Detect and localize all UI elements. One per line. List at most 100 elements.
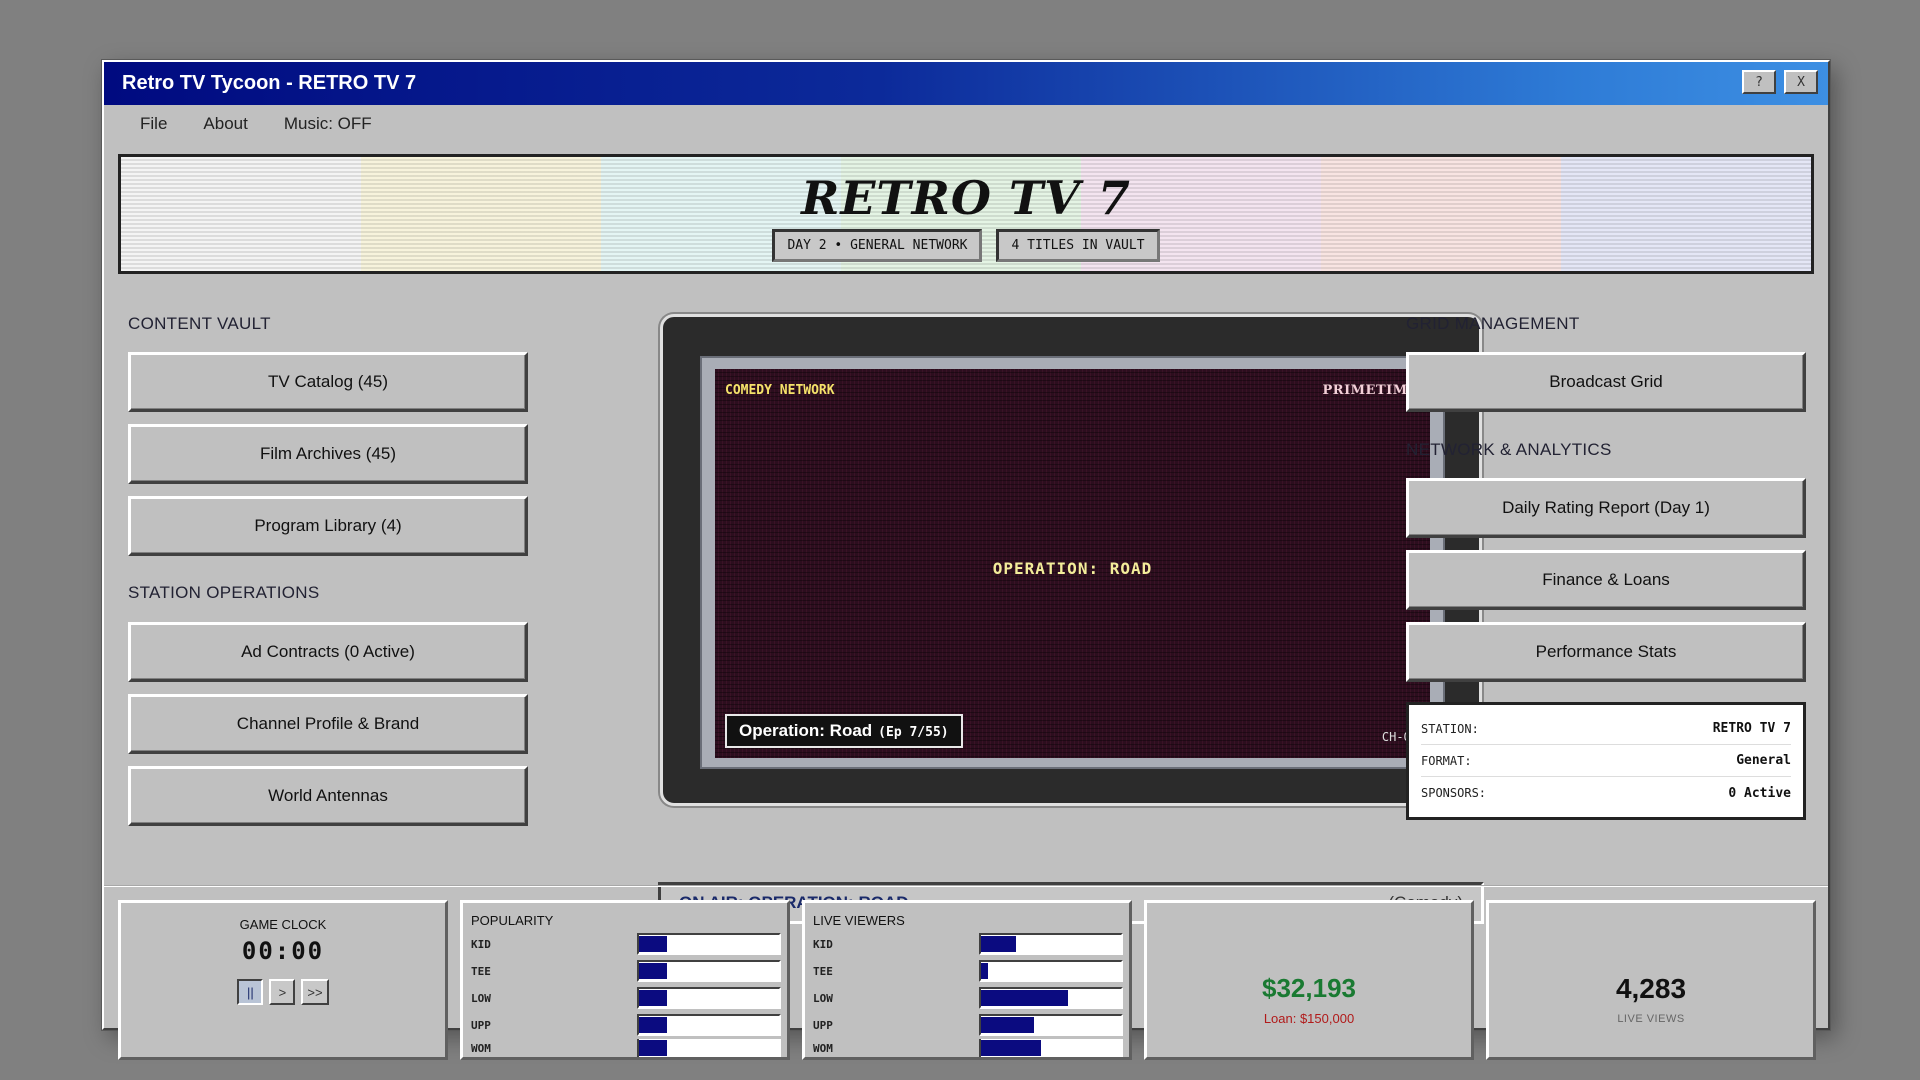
- meter-fill: [639, 936, 667, 952]
- format-label: FORMAT:: [1421, 753, 1472, 768]
- day-badge: DAY 2 • GENERAL NETWORK: [772, 229, 983, 262]
- tv-screen: COMEDY NETWORK PRIMETIME OPERATION: ROAD…: [715, 369, 1430, 758]
- window-title: Retro TV Tycoon - RETRO TV 7: [122, 72, 417, 94]
- info-row-sponsors: SPONSORS: 0 Active: [1421, 777, 1791, 809]
- popularity-row: LOW: [471, 987, 785, 1009]
- meter-track: [979, 933, 1123, 955]
- tv-caption-title: Operation: Road: [739, 721, 873, 740]
- finance-loans-button[interactable]: Finance & Loans: [1406, 550, 1806, 610]
- meter-fill: [639, 1017, 667, 1033]
- tv-bezel: COMEDY NETWORK PRIMETIME OPERATION: ROAD…: [700, 356, 1445, 769]
- channel-profile-button[interactable]: Channel Profile & Brand: [128, 694, 528, 754]
- game-window: Retro TV Tycoon - RETRO TV 7 ? X File Ab…: [102, 60, 1830, 1060]
- fast-forward-button[interactable]: >>: [301, 979, 329, 1005]
- header-badges: DAY 2 • GENERAL NETWORK 4 TITLES IN VAUL…: [121, 229, 1811, 262]
- game-clock-panel: GAME CLOCK 00:00 || > >>: [118, 900, 448, 1060]
- meter-label: WOM: [471, 1041, 491, 1055]
- viewers-row: KID: [813, 933, 1127, 955]
- popularity-row: KID: [471, 933, 785, 955]
- pause-button[interactable]: ||: [237, 979, 264, 1005]
- live-viewers-panel: LIVE VIEWERS KID TEE LOW UPP WOM: [802, 900, 1132, 1060]
- tv-set: COMEDY NETWORK PRIMETIME OPERATION: ROAD…: [660, 314, 1482, 806]
- help-button[interactable]: ?: [1742, 70, 1776, 94]
- menu-music-toggle[interactable]: Music: OFF: [266, 114, 390, 134]
- menu-about[interactable]: About: [185, 114, 265, 134]
- viewers-row: TEE: [813, 960, 1127, 982]
- play-button[interactable]: >: [269, 979, 296, 1005]
- tv-network-label: COMEDY NETWORK: [725, 383, 835, 398]
- popularity-panel: POPULARITY KID TEE LOW UPP WOM: [460, 900, 790, 1060]
- tv-catalog-button[interactable]: TV Catalog (45): [128, 352, 528, 412]
- station-label: STATION:: [1421, 721, 1479, 736]
- menu-file[interactable]: File: [122, 114, 185, 134]
- title-bar-buttons: ? X: [1742, 70, 1818, 94]
- title-bar[interactable]: Retro TV Tycoon - RETRO TV 7 ? X: [104, 62, 1828, 105]
- tv-program-title: OPERATION: ROAD: [992, 559, 1153, 578]
- bottom-divider: [104, 885, 1828, 887]
- viewers-row: UPP: [813, 1014, 1127, 1036]
- meter-fill: [981, 963, 988, 979]
- close-button[interactable]: X: [1784, 70, 1818, 94]
- station-logo: RETRO TV 7: [801, 171, 1131, 225]
- meter-track: [979, 960, 1123, 982]
- daily-rating-button[interactable]: Daily Rating Report (Day 1): [1406, 478, 1806, 538]
- tv-timeslot-label: PRIMETIME: [1322, 383, 1418, 398]
- station-header: RETRO TV 7 DAY 2 • GENERAL NETWORK 4 TIT…: [118, 154, 1814, 274]
- meter-track: [979, 987, 1123, 1009]
- meter-fill: [639, 1040, 667, 1056]
- program-library-button[interactable]: Program Library (4): [128, 496, 528, 556]
- live-viewers-title: LIVE VIEWERS: [813, 913, 905, 928]
- popularity-row: WOM: [471, 1039, 785, 1057]
- format-value: General: [1736, 753, 1791, 768]
- broadcast-grid-button[interactable]: Broadcast Grid: [1406, 352, 1806, 412]
- menu-bar: File About Music: OFF: [104, 105, 1828, 143]
- meter-fill: [981, 936, 1016, 952]
- meter-track: [637, 1014, 781, 1036]
- meter-fill: [981, 1017, 1035, 1033]
- game-clock-title: GAME CLOCK: [239, 917, 327, 932]
- live-views-count: 4,283: [1615, 973, 1687, 1004]
- performance-stats-button[interactable]: Performance Stats: [1406, 622, 1806, 682]
- tv-caption: Operation: Road (Ep 7/55): [725, 714, 963, 748]
- meter-label: KID: [471, 937, 491, 951]
- content-vault-heading: CONTENT VAULT: [128, 314, 271, 333]
- meter-fill: [981, 990, 1068, 1006]
- meter-label: LOW: [813, 991, 833, 1005]
- info-row-station: STATION: RETRO TV 7: [1421, 713, 1791, 745]
- loan-balance: Loan: $150,000: [1263, 1011, 1355, 1026]
- viewers-row: LOW: [813, 987, 1127, 1009]
- meter-track: [979, 1039, 1123, 1057]
- meter-track: [637, 933, 781, 955]
- meter-label: UPP: [471, 1018, 491, 1032]
- meter-label: LOW: [471, 991, 491, 1005]
- grid-management-heading: GRID MANAGEMENT: [1406, 314, 1580, 333]
- meter-label: UPP: [813, 1018, 833, 1032]
- cash-balance: $32,193: [1262, 973, 1356, 1003]
- meter-label: TEE: [471, 964, 491, 978]
- meter-label: WOM: [813, 1041, 833, 1055]
- meter-fill: [639, 963, 667, 979]
- views-panel: 4,283 LIVE VIEWS: [1486, 900, 1816, 1060]
- meter-track: [637, 1039, 781, 1057]
- film-archives-button[interactable]: Film Archives (45): [128, 424, 528, 484]
- world-antennas-button[interactable]: World Antennas: [128, 766, 528, 826]
- ad-contracts-button[interactable]: Ad Contracts (0 Active): [128, 622, 528, 682]
- tv-caption-episode: (Ep 7/55): [878, 725, 949, 740]
- meter-track: [979, 1014, 1123, 1036]
- info-row-format: FORMAT: General: [1421, 745, 1791, 777]
- meter-fill: [639, 990, 667, 1006]
- meter-track: [637, 987, 781, 1009]
- meter-track: [637, 960, 781, 982]
- game-speed-controls: || > >>: [121, 979, 445, 1005]
- popularity-title: POPULARITY: [471, 913, 554, 928]
- meter-label: TEE: [813, 964, 833, 978]
- sponsors-value: 0 Active: [1728, 785, 1791, 801]
- station-operations-heading: STATION OPERATIONS: [128, 583, 320, 602]
- vault-badge: 4 TITLES IN VAULT: [996, 229, 1160, 262]
- popularity-row: UPP: [471, 1014, 785, 1036]
- finance-panel: $32,193 Loan: $150,000: [1144, 900, 1474, 1060]
- analytics-heading: NETWORK & ANALYTICS: [1406, 440, 1612, 459]
- game-clock-time: 00:00: [241, 937, 325, 965]
- popularity-row: TEE: [471, 960, 785, 982]
- station-info-panel: STATION: RETRO TV 7 FORMAT: General SPON…: [1406, 702, 1806, 820]
